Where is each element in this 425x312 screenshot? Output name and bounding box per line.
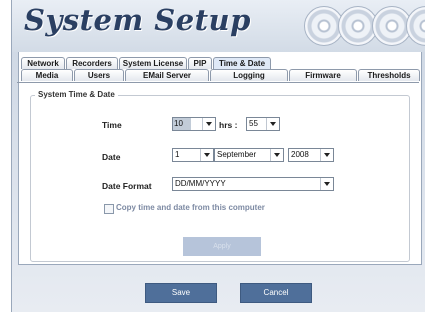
- cancel-button[interactable]: Cancel: [240, 283, 312, 303]
- day-value: 1: [175, 150, 180, 159]
- chevron-down-icon: [200, 149, 213, 161]
- tab-pip[interactable]: PIP: [188, 57, 212, 69]
- tab-media[interactable]: Media: [21, 69, 73, 81]
- chevron-down-icon: [202, 118, 215, 130]
- hours-select[interactable]: 10: [172, 117, 216, 131]
- hrs-label: hrs :: [219, 120, 238, 130]
- title-bar: System Setup: [12, 0, 425, 52]
- tab-recorders[interactable]: Recorders: [66, 57, 118, 69]
- copy-time-checkbox-label: Copy time and date from this computer: [116, 203, 265, 212]
- disc-logo-icon: [406, 6, 425, 46]
- date-format-label: Date Format: [102, 181, 152, 191]
- hours-value: 10: [173, 118, 191, 130]
- tab-firmware[interactable]: Firmware: [289, 69, 357, 81]
- tab-thresholds[interactable]: Thresholds: [358, 69, 420, 81]
- day-select[interactable]: 1: [172, 148, 214, 162]
- date-format-select[interactable]: DD/MM/YYYY: [172, 177, 334, 191]
- apply-button[interactable]: Apply: [183, 237, 261, 256]
- tab-users[interactable]: Users: [74, 69, 124, 81]
- group-title: System Time & Date: [35, 90, 118, 99]
- chevron-down-icon: [320, 149, 333, 161]
- app-title: System Setup: [24, 3, 251, 37]
- month-value: September: [217, 150, 257, 159]
- chevron-down-icon: [270, 149, 283, 161]
- time-label: Time: [102, 120, 122, 130]
- save-button[interactable]: Save: [145, 283, 217, 303]
- chevron-down-icon: [320, 178, 333, 190]
- date-format-value: DD/MM/YYYY: [175, 179, 226, 188]
- year-value: 2008: [291, 150, 309, 159]
- tab-time-date[interactable]: Time & Date: [213, 57, 271, 69]
- tab-strip-divider: [17, 82, 419, 83]
- year-select[interactable]: 2008: [288, 148, 334, 162]
- tab-network[interactable]: Network: [21, 57, 65, 69]
- tab-email-server[interactable]: EMail Server: [125, 69, 209, 81]
- copy-time-checkbox[interactable]: [104, 204, 114, 214]
- tab-logging[interactable]: Logging: [210, 69, 288, 81]
- tab-system-license[interactable]: System License: [119, 57, 187, 69]
- date-label: Date: [102, 152, 121, 162]
- chevron-down-icon: [266, 118, 279, 130]
- minutes-value: 55: [249, 119, 258, 128]
- month-select[interactable]: September: [214, 148, 284, 162]
- minutes-select[interactable]: 55: [246, 117, 280, 131]
